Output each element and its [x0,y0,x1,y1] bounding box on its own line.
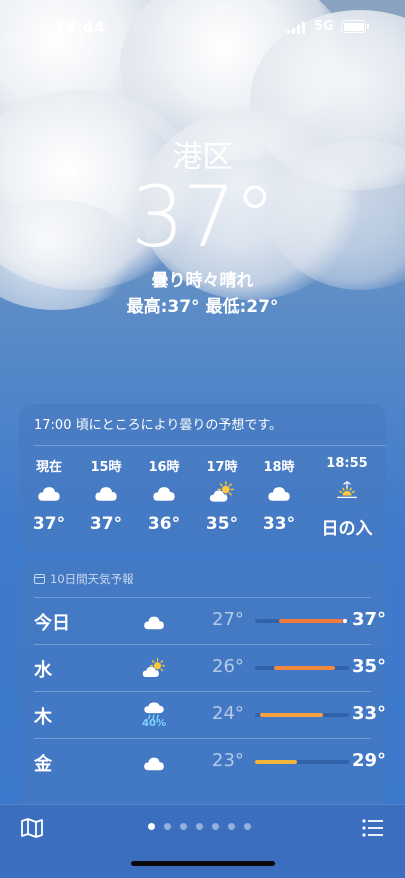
divider [34,597,371,598]
bottom-toolbar [0,804,405,878]
current-temp-marker [342,618,349,624]
divider [34,445,386,446]
hourly-time: 16時 [148,460,180,475]
hourly-temp: 33° [262,514,296,534]
hourly-time: 18:55 [326,456,368,471]
day-label: 水 [34,660,52,681]
page-dot[interactable] [164,823,171,830]
day-label: 金 [34,754,52,775]
low-temp: 26° [212,656,244,677]
partly-sunny-icon [134,650,174,686]
partly-sunny-icon [194,474,250,510]
day-label: 今日 [34,613,70,634]
hourly-temp: 37° [32,514,66,534]
hourly-temp: 35° [205,514,239,534]
divider [34,738,371,739]
daily-title-text: 10日間天気予報 [50,572,134,586]
cloud-icon [78,474,134,510]
hourly-item: 17時 35° [194,456,250,534]
high-low: 最高:37° 最低:27° [126,297,279,317]
hourly-time: 現在 [35,460,62,475]
cloud-icon [134,744,174,780]
temp-range-fill [273,666,335,670]
daily-row[interactable]: 木 40% 24° 33° [34,691,386,738]
hourly-item: 現在 37° [21,456,77,534]
day-label: 木 [34,707,52,728]
hourly-time: 18時 [263,460,295,475]
hourly-time: 17時 [206,460,238,475]
hourly-temp: 36° [147,514,181,534]
hourly-temp: 日の入 [321,519,373,539]
page-dot[interactable] [180,823,187,830]
temp-range-bar [255,760,349,764]
hourly-item: 18時 33° [251,456,307,534]
signal-icon [287,22,307,34]
sunset-icon [319,474,375,510]
page-dot[interactable] [212,823,219,830]
weather-condition: 曇り時々晴れ [151,271,254,291]
low-temp: 23° [212,750,244,771]
cloud-icon [251,474,307,510]
divider [34,644,371,645]
network-type: 5G [314,19,334,34]
high-temp: 33° [351,703,386,724]
hourly-item: 15時 37° [78,456,134,534]
high-temp: 37° [351,609,386,630]
status-bar: 14:44 5G [0,0,405,54]
map-icon[interactable] [20,817,44,839]
temp-range-bar [255,666,349,670]
daily-row[interactable]: 水 26° 35° [34,644,386,691]
temp-range-fill [259,713,323,717]
daily-row[interactable]: 今日 27° 37° [34,597,386,644]
low-temp: 24° [212,703,244,724]
list-icon[interactable] [362,818,384,838]
battery-icon [341,20,369,33]
precipitation-chance: 40% [142,717,166,729]
page-dot[interactable] [228,823,235,830]
calendar-icon [34,574,45,584]
temp-range-fill [279,619,346,623]
rain-icon: 40% [134,697,174,733]
cloud-icon [21,474,77,510]
cloud-icon [136,474,192,510]
divider [34,691,371,692]
home-indicator[interactable] [131,861,275,866]
daily-row[interactable]: 金 23° 29° [34,738,386,785]
page-indicator[interactable] [148,823,251,830]
hourly-item: 16時 36° [136,456,192,534]
hourly-summary: 17:00 頃にところにより曇りの予想です。 [34,418,283,433]
current-temperature: 37° [131,168,276,266]
page-dot[interactable] [196,823,203,830]
hourly-forecast-card[interactable]: 17:00 頃にところにより曇りの予想です。 現在 37° 15時 37° 16時 36°… [19,404,386,551]
page-dot[interactable] [244,823,251,830]
temp-range-bar [255,618,349,624]
low-temp: 27° [212,609,244,630]
hourly-item: 18:55 日の入 [319,456,375,539]
high-temp: 35° [351,656,386,677]
cloud-icon [134,603,174,639]
status-time: 14:44 [54,18,105,37]
daily-title: 10日間天気予報 [34,571,134,587]
temp-range-bar [255,713,349,717]
temp-range-fill [255,760,298,764]
hourly-time: 15時 [90,460,122,475]
hourly-temp: 37° [89,514,123,534]
high-temp: 29° [351,750,386,771]
page-dot[interactable] [148,823,155,830]
daily-forecast-card[interactable]: 10日間天気予報 今日 27° 37° 水 26° 35° 木 40% 24° 33° 金 23° 29… [19,561,386,821]
